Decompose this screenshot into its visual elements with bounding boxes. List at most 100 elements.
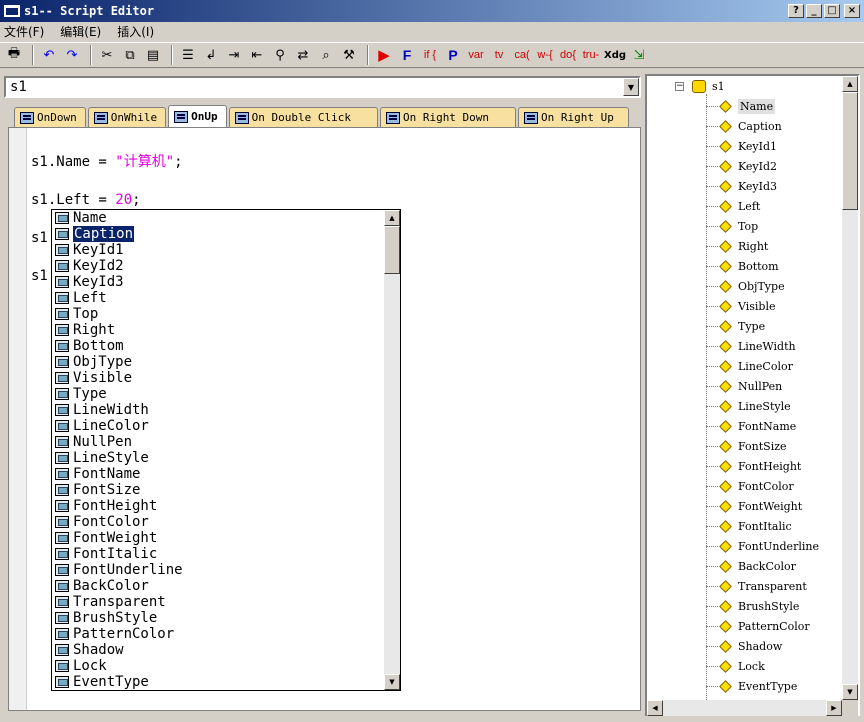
scroll-thumb[interactable] <box>842 92 858 210</box>
close-button[interactable]: × <box>844 4 860 18</box>
collapse-icon[interactable]: − <box>675 82 684 91</box>
insert-while-button[interactable]: w-{ <box>535 44 555 66</box>
tree-item[interactable]: Visible <box>706 296 776 316</box>
tree-item[interactable]: KeyId3 <box>706 176 777 196</box>
tree-root[interactable]: − s1 <box>675 80 725 93</box>
tree-item[interactable]: LineColor <box>706 356 793 376</box>
print-icon[interactable]: 🖶 <box>4 44 24 66</box>
list-icon[interactable]: ☰ <box>178 44 198 66</box>
autocomplete-item[interactable]: Bottom <box>52 338 384 354</box>
insert-p-button[interactable]: P <box>443 44 463 66</box>
undo-icon[interactable]: ↶ <box>39 44 59 66</box>
autocomplete-item[interactable]: FontColor <box>52 514 384 530</box>
tree-item[interactable]: FontSize <box>706 436 787 456</box>
autocomplete-item[interactable]: Shadow <box>52 642 384 658</box>
autocomplete-item[interactable]: FontWeight <box>52 530 384 546</box>
tree-item[interactable]: BackColor <box>706 556 796 576</box>
scroll-right-icon[interactable]: ▶ <box>826 700 842 716</box>
tree-item[interactable]: FontUnderline <box>706 536 819 556</box>
autocomplete-item[interactable]: Left <box>52 290 384 306</box>
tab-on-right-down[interactable]: On Right Down <box>379 107 517 127</box>
indent-icon[interactable]: ⇥ <box>224 44 244 66</box>
autocomplete-item[interactable]: PatternColor <box>52 626 384 642</box>
autocomplete-item[interactable]: ObjType <box>52 354 384 370</box>
tree-item[interactable]: FontName <box>706 416 796 436</box>
property-tree[interactable]: − s1 Name Caption KeyId1 KeyId2 KeyId3 Left To… <box>647 76 842 700</box>
tree-item[interactable]: Transparent <box>706 576 807 596</box>
autocomplete-list[interactable]: Name Caption KeyId1 KeyId2 KeyId3 Left Top Righ… <box>52 210 384 690</box>
exit-icon[interactable]: ⇲ <box>629 44 649 66</box>
autocomplete-item[interactable]: Visible <box>52 370 384 386</box>
tree-item[interactable]: Type <box>706 316 765 336</box>
tree-item[interactable]: Lock <box>706 656 765 676</box>
tree-item[interactable]: KeyId2 <box>706 156 777 176</box>
autocomplete-item[interactable]: KeyId2 <box>52 258 384 274</box>
tree-item[interactable]: FontHeight <box>706 456 801 476</box>
cut-icon[interactable]: ✂ <box>97 44 117 66</box>
insert-var-button[interactable]: var <box>466 44 486 66</box>
find-next-icon[interactable]: ⌕ <box>316 44 336 66</box>
autocomplete-item[interactable]: BackColor <box>52 578 384 594</box>
tree-item[interactable]: BrushStyle <box>706 596 799 616</box>
autocomplete-item[interactable]: Top <box>52 306 384 322</box>
tree-item[interactable]: FontColor <box>706 476 794 496</box>
chevron-down-icon[interactable]: ▼ <box>623 78 639 96</box>
menu-edit[interactable]: 编辑(E) <box>60 23 101 40</box>
help-button[interactable]: ? <box>788 4 804 18</box>
autocomplete-item[interactable]: Type <box>52 386 384 402</box>
autocomplete-item[interactable]: LineWidth <box>52 402 384 418</box>
scroll-thumb[interactable] <box>384 226 400 274</box>
autocomplete-item[interactable]: LineStyle <box>52 450 384 466</box>
outdent-icon[interactable]: ⇤ <box>247 44 267 66</box>
tree-item[interactable]: EventType <box>706 676 797 696</box>
scroll-left-icon[interactable]: ◀ <box>647 700 663 716</box>
maximize-button[interactable]: □ <box>824 4 840 18</box>
insert-if-button[interactable]: if { <box>420 44 440 66</box>
tree-item[interactable]: LineStyle <box>706 396 791 416</box>
tree-item[interactable]: KeyId1 <box>706 136 777 156</box>
tree-item[interactable]: Left <box>706 196 760 216</box>
minimize-button[interactable]: _ <box>806 4 822 18</box>
insert-do-button[interactable]: do{ <box>558 44 578 66</box>
autocomplete-item[interactable]: FontName <box>52 466 384 482</box>
tree-item[interactable]: Right <box>706 236 768 256</box>
tree-item[interactable]: Name <box>706 96 776 116</box>
autocomplete-item[interactable]: KeyId3 <box>52 274 384 290</box>
autocomplete-item[interactable]: LineColor <box>52 418 384 434</box>
scroll-up-icon[interactable]: ▲ <box>384 210 400 226</box>
tree-item[interactable]: Top <box>706 216 758 236</box>
autocomplete-popup[interactable]: Name Caption KeyId1 KeyId2 KeyId3 Left Top Righ… <box>51 209 401 691</box>
scroll-down-icon[interactable]: ▼ <box>842 684 858 700</box>
scroll-up-icon[interactable]: ▲ <box>842 76 858 92</box>
autocomplete-item[interactable]: EventType <box>52 674 384 690</box>
tree-hscrollbar[interactable]: ◀ ▶ <box>647 700 842 716</box>
tree-item[interactable]: FontItalic <box>706 516 792 536</box>
tree-scrollbar[interactable]: ▲ ▼ <box>842 76 858 700</box>
insert-xdg-button[interactable]: Xdg <box>604 44 626 66</box>
autocomplete-item[interactable]: NullPen <box>52 434 384 450</box>
replace-icon[interactable]: ⇄ <box>293 44 313 66</box>
menu-file[interactable]: 文件(F) <box>4 23 44 40</box>
tree-item[interactable]: ObjType <box>706 276 785 296</box>
wrap-icon[interactable]: ↲ <box>201 44 221 66</box>
tab-on-double-click[interactable]: On Double Click <box>228 107 378 127</box>
tree-item[interactable]: FontWeight <box>706 496 802 516</box>
tree-item[interactable]: NullPen <box>706 376 782 396</box>
autocomplete-item[interactable]: FontUnderline <box>52 562 384 578</box>
autocomplete-item[interactable]: Right <box>52 322 384 338</box>
tab-ondown[interactable]: OnDown <box>14 107 86 127</box>
scroll-down-icon[interactable]: ▼ <box>384 674 400 690</box>
menu-insert[interactable]: 插入(I) <box>117 23 154 40</box>
insert-try-button[interactable]: tru- <box>581 44 601 66</box>
insert-f-button[interactable]: F <box>397 44 417 66</box>
copy-icon[interactable]: ⧉ <box>120 44 140 66</box>
autocomplete-item[interactable]: Transparent <box>52 594 384 610</box>
tree-item[interactable]: Caption <box>706 116 782 136</box>
autocomplete-item[interactable]: Caption <box>52 226 384 242</box>
insert-case-button[interactable]: ca( <box>512 44 532 66</box>
tab-onup[interactable]: OnUp <box>168 105 227 127</box>
paste-icon[interactable]: ▤ <box>143 44 163 66</box>
autocomplete-item[interactable]: FontSize <box>52 482 384 498</box>
tree-item[interactable]: Shadow <box>706 636 782 656</box>
insert-tv-button[interactable]: tv <box>489 44 509 66</box>
